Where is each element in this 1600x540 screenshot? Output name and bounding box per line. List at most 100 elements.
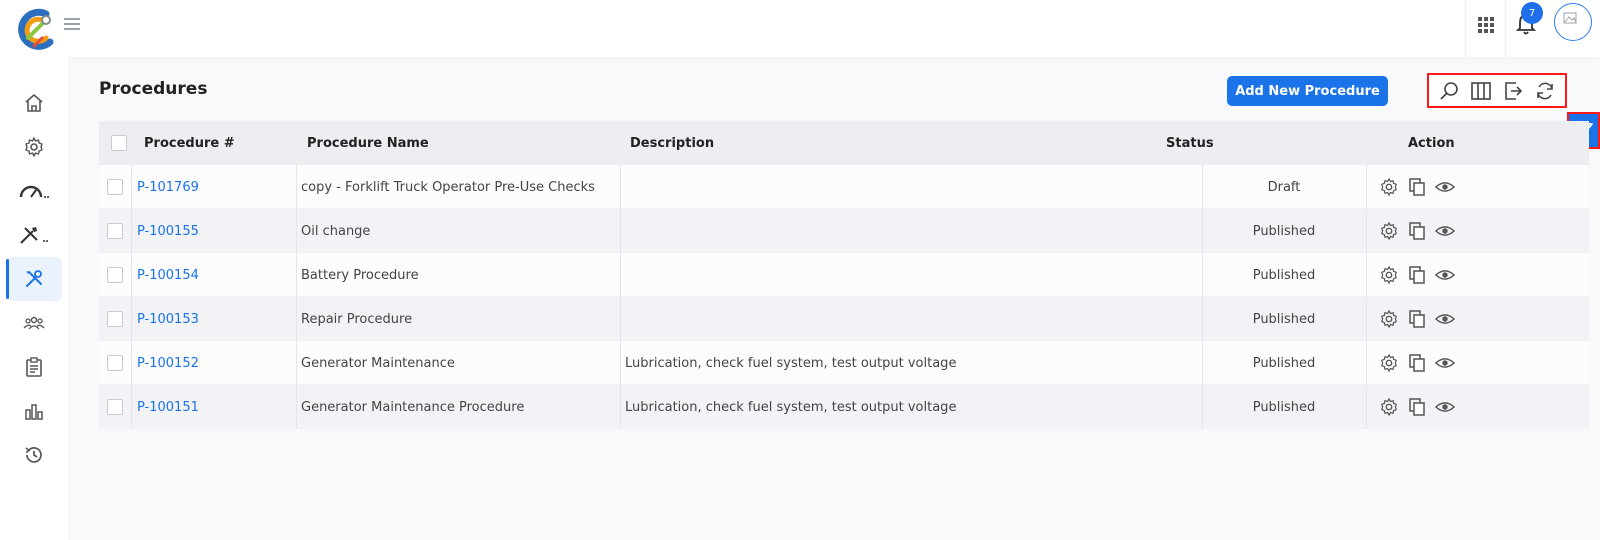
status-text: Published — [1252, 355, 1316, 371]
history-icon — [25, 447, 42, 463]
row-actions — [1379, 253, 1455, 297]
sidebar-item-settings[interactable] — [6, 125, 62, 169]
user-avatar[interactable] — [1554, 3, 1592, 41]
settings-icon[interactable] — [1379, 221, 1399, 241]
copy-icon[interactable] — [1407, 177, 1427, 197]
sidebar-item-clipboard[interactable] — [6, 345, 62, 389]
settings-icon[interactable] — [1379, 309, 1399, 329]
divider — [1366, 253, 1367, 297]
app-logo[interactable] — [16, 8, 58, 50]
procedures-table: Procedure # Procedure Name Description S… — [99, 121, 1589, 429]
table-row: P-100151 Generator Maintenance Procedure L… — [99, 385, 1589, 429]
row-checkbox[interactable] — [107, 399, 123, 415]
divider — [1366, 209, 1367, 253]
row-actions — [1379, 297, 1455, 341]
procedure-name: Oil change — [301, 223, 371, 239]
copy-icon[interactable] — [1407, 309, 1427, 329]
procedure-name: copy - Forklift Truck Operator Pre-Use C… — [301, 179, 595, 195]
status-text: Published — [1252, 267, 1316, 283]
clipboard-icon — [26, 357, 42, 377]
search-icon[interactable] — [1436, 78, 1462, 104]
status-text: Published — [1252, 311, 1316, 327]
divider — [620, 297, 621, 341]
status-text: Published — [1252, 399, 1316, 415]
sidebar-item-home[interactable] — [6, 81, 62, 125]
sidebar — [0, 57, 70, 540]
divider — [131, 341, 132, 385]
column-header-procedure-number[interactable]: Procedure # — [144, 136, 235, 151]
columns-icon[interactable] — [1468, 78, 1494, 104]
copy-icon[interactable] — [1407, 353, 1427, 373]
view-icon[interactable] — [1435, 397, 1455, 417]
procedure-description: Lubrication, check fuel system, test out… — [625, 355, 957, 371]
select-all-checkbox[interactable] — [111, 135, 127, 151]
table-body: P-101769 copy - Forklift Truck Operator P… — [99, 165, 1589, 429]
bar-chart-icon — [25, 404, 43, 420]
sidebar-item-team[interactable] — [6, 301, 62, 345]
divider — [131, 385, 132, 429]
export-icon[interactable] — [1500, 78, 1526, 104]
row-actions — [1379, 209, 1455, 253]
procedure-number-link[interactable]: P-100151 — [137, 385, 199, 429]
status-text: Published — [1252, 223, 1316, 239]
sidebar-item-history[interactable] — [6, 433, 62, 477]
sidebar-item-reports[interactable] — [6, 389, 62, 433]
sidebar-item-procedures[interactable] — [6, 257, 62, 301]
divider — [620, 209, 621, 253]
settings-icon[interactable] — [1379, 353, 1399, 373]
table-tools-group — [1427, 73, 1567, 108]
view-icon[interactable] — [1435, 221, 1455, 241]
view-icon[interactable] — [1435, 309, 1455, 329]
copy-icon[interactable] — [1407, 221, 1427, 241]
divider — [131, 253, 132, 297]
copy-icon[interactable] — [1407, 265, 1427, 285]
column-header-status[interactable]: Status — [1166, 136, 1214, 151]
divider — [296, 253, 297, 297]
divider — [131, 297, 132, 341]
menu-toggle-icon[interactable] — [64, 15, 82, 31]
settings-icon[interactable] — [1379, 177, 1399, 197]
row-checkbox[interactable] — [107, 223, 123, 239]
procedure-number-link[interactable]: P-100152 — [137, 341, 199, 385]
column-header-procedure-name[interactable]: Procedure Name — [307, 136, 429, 151]
row-actions — [1379, 165, 1455, 209]
row-checkbox[interactable] — [107, 311, 123, 327]
divider — [1366, 341, 1367, 385]
settings-icon[interactable] — [1379, 397, 1399, 417]
home-icon — [25, 94, 43, 112]
settings-icon[interactable] — [1379, 265, 1399, 285]
sidebar-item-tools[interactable] — [6, 213, 62, 257]
table-row: P-100152 Generator Maintenance Lubrication… — [99, 341, 1589, 385]
column-header-description[interactable]: Description — [630, 136, 714, 151]
divider — [131, 209, 132, 253]
procedure-number-link[interactable]: P-100154 — [137, 253, 199, 297]
top-bar: 7 — [0, 0, 1600, 57]
apps-grid-icon[interactable] — [1476, 15, 1496, 35]
divider — [1366, 385, 1367, 429]
row-checkbox[interactable] — [107, 179, 123, 195]
divider — [1505, 0, 1506, 57]
divider — [620, 165, 621, 209]
gear-icon — [25, 137, 43, 157]
divider — [296, 385, 297, 429]
sidebar-item-gauge[interactable] — [6, 169, 62, 213]
add-new-procedure-button[interactable]: Add New Procedure — [1227, 76, 1388, 106]
procedure-number-link[interactable]: P-100153 — [137, 297, 199, 341]
divider — [620, 385, 621, 429]
view-icon[interactable] — [1435, 177, 1455, 197]
procedure-number-link[interactable]: P-100155 — [137, 209, 199, 253]
view-icon[interactable] — [1435, 265, 1455, 285]
divider — [620, 341, 621, 385]
row-checkbox[interactable] — [107, 355, 123, 371]
page-title: Procedures — [99, 79, 208, 99]
procedure-name: Battery Procedure — [301, 267, 419, 283]
divider — [296, 209, 297, 253]
refresh-icon[interactable] — [1532, 78, 1558, 104]
status-text: Draft — [1267, 179, 1301, 195]
procedure-number-link[interactable]: P-101769 — [137, 165, 199, 209]
row-checkbox[interactable] — [107, 267, 123, 283]
copy-icon[interactable] — [1407, 397, 1427, 417]
divider — [1465, 0, 1466, 57]
row-actions — [1379, 385, 1455, 429]
view-icon[interactable] — [1435, 353, 1455, 373]
